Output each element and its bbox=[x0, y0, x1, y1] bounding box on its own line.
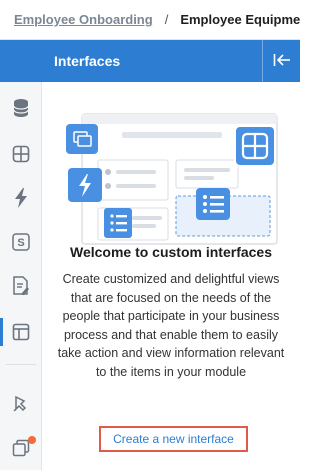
svg-text:S: S bbox=[17, 237, 24, 249]
notification-dot bbox=[28, 436, 36, 444]
lightning-icon bbox=[14, 188, 28, 208]
rail-item-pin[interactable] bbox=[0, 386, 42, 422]
rail-header bbox=[0, 40, 42, 82]
rail-item-automations[interactable] bbox=[0, 180, 42, 216]
s-box-icon: S bbox=[12, 233, 30, 251]
panel-header: Interfaces bbox=[42, 40, 300, 82]
welcome-description: Create customized and delightful views t… bbox=[57, 272, 285, 379]
breadcrumb: Employee Onboarding / Employee Equipment… bbox=[0, 0, 300, 40]
document-edit-icon bbox=[12, 276, 30, 296]
rail-item-document[interactable] bbox=[0, 268, 42, 304]
breadcrumb-separator: / bbox=[164, 12, 169, 27]
breadcrumb-parent-link[interactable]: Employee Onboarding bbox=[14, 12, 153, 27]
rail-divider bbox=[6, 364, 36, 365]
grid-icon bbox=[12, 145, 30, 163]
layout-icon bbox=[12, 323, 30, 341]
rail-item-database[interactable] bbox=[0, 90, 42, 126]
database-icon bbox=[12, 98, 30, 118]
rail-item-interfaces[interactable] bbox=[0, 314, 42, 350]
collapse-left-icon bbox=[273, 53, 291, 70]
breadcrumb-current: Employee Equipment Re bbox=[180, 12, 300, 27]
collapse-panel-button[interactable] bbox=[262, 40, 300, 82]
rail-item-grid[interactable] bbox=[0, 136, 42, 172]
pin-icon bbox=[12, 395, 30, 413]
left-icon-rail: S bbox=[0, 40, 42, 470]
panel-title: Interfaces bbox=[54, 53, 121, 69]
rail-item-layers[interactable] bbox=[0, 430, 42, 466]
create-new-interface-link[interactable]: Create a new interface bbox=[99, 426, 248, 452]
rail-item-s[interactable]: S bbox=[0, 224, 42, 260]
welcome-title: Welcome to custom interfaces bbox=[69, 244, 273, 260]
panel-body: Welcome to custom interfaces Create cust… bbox=[42, 82, 300, 470]
interfaces-illustration bbox=[66, 113, 278, 245]
layers-icon bbox=[12, 439, 30, 457]
